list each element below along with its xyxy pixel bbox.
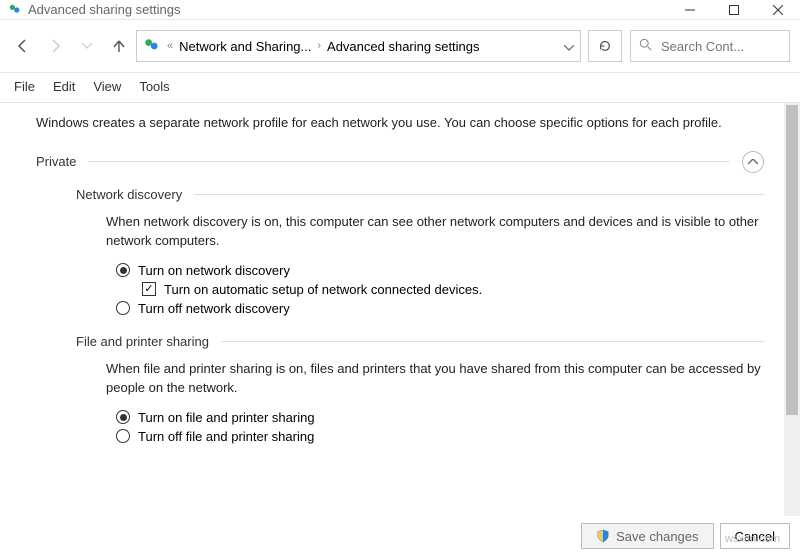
save-changes-button[interactable]: Save changes [581,523,713,549]
menu-bar: File Edit View Tools [0,73,800,103]
section-private-title: Private [36,154,76,169]
radio-icon [116,263,130,277]
intro-text: Windows creates a separate network profi… [36,113,764,133]
up-button[interactable] [110,37,128,55]
radio-file-printer-on[interactable]: Turn on file and printer sharing [116,410,764,425]
divider [194,194,764,195]
recent-dropdown-icon[interactable] [78,37,96,55]
file-printer-desc: When file and printer sharing is on, fil… [106,359,764,398]
maximize-button[interactable] [712,0,756,20]
search-box[interactable] [630,30,790,62]
file-printer-title: File and printer sharing [76,334,209,349]
radio-network-discovery-off[interactable]: Turn off network discovery [116,301,764,316]
checkbox-auto-setup[interactable]: ✓ Turn on automatic setup of network con… [142,282,764,297]
menu-edit[interactable]: Edit [53,79,75,94]
search-icon [639,38,653,55]
footer-buttons: Save changes Cancel [571,517,800,555]
vertical-scrollbar[interactable] [784,103,800,516]
subsection-file-printer-sharing: File and printer sharing When file and p… [76,334,764,444]
menu-tools[interactable]: Tools [139,79,169,94]
radio-label: Turn on file and printer sharing [138,410,315,425]
breadcrumb-current[interactable]: Advanced sharing settings [327,39,479,54]
collapse-icon[interactable] [742,151,764,173]
radio-file-printer-off[interactable]: Turn off file and printer sharing [116,429,764,444]
window-titlebar: Advanced sharing settings [0,0,800,20]
checkbox-icon: ✓ [142,282,156,296]
cancel-button-label: Cancel [735,529,775,544]
divider [88,161,730,162]
chevron-right-icon: « [167,40,173,52]
radio-label: Turn off network discovery [138,301,290,316]
network-discovery-title: Network discovery [76,187,182,202]
window-title: Advanced sharing settings [28,2,180,17]
control-panel-icon [8,3,22,17]
refresh-button[interactable] [588,30,622,62]
nav-toolbar: « Network and Sharing... › Advanced shar… [0,20,800,73]
cancel-button[interactable]: Cancel [720,523,790,549]
address-bar[interactable]: « Network and Sharing... › Advanced shar… [136,30,581,62]
minimize-button[interactable] [668,0,712,20]
checkbox-label: Turn on automatic setup of network conne… [164,282,482,297]
chevron-down-icon[interactable] [564,39,574,54]
close-button[interactable] [756,0,800,20]
chevron-right-icon: › [317,40,321,52]
divider [221,341,764,342]
breadcrumb-parent[interactable]: Network and Sharing... [179,39,311,54]
content-panel: Windows creates a separate network profi… [0,103,800,516]
section-private-header[interactable]: Private [36,151,764,173]
forward-button[interactable] [46,37,64,55]
scrollbar-thumb[interactable] [786,105,798,415]
network-icon [143,37,161,55]
network-discovery-desc: When network discovery is on, this compu… [106,212,764,251]
subsection-network-discovery: Network discovery When network discovery… [76,187,764,316]
radio-network-discovery-on[interactable]: Turn on network discovery [116,263,764,278]
radio-label: Turn off file and printer sharing [138,429,314,444]
shield-icon [596,529,610,543]
save-button-label: Save changes [616,529,698,544]
radio-icon [116,410,130,424]
menu-view[interactable]: View [93,79,121,94]
back-button[interactable] [14,37,32,55]
menu-file[interactable]: File [14,79,35,94]
radio-label: Turn on network discovery [138,263,290,278]
radio-icon [116,301,130,315]
radio-icon [116,429,130,443]
search-input[interactable] [661,39,781,54]
